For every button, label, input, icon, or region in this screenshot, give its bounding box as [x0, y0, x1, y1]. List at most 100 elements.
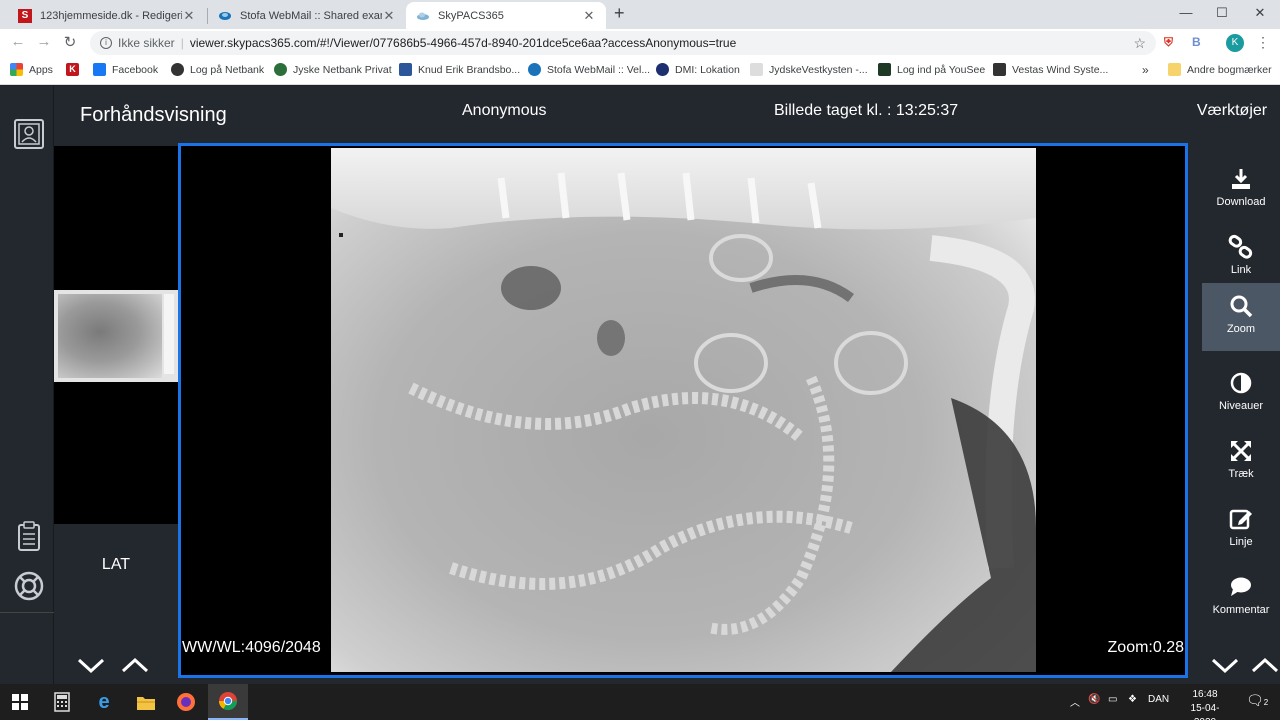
jv-icon	[750, 63, 763, 76]
notification-count: 2	[1263, 698, 1269, 707]
tray-chevron-up-icon[interactable]: ︿	[1070, 694, 1080, 709]
download-icon	[1232, 169, 1250, 189]
zoom-tool[interactable]: Zoom	[1202, 283, 1280, 351]
bookmark-star-icon[interactable]: ☆	[1133, 35, 1146, 52]
image-viewport[interactable]: WW/WL:4096/2048 Zoom:0.28	[178, 143, 1188, 678]
tab-title: SkyPACS365	[438, 9, 504, 22]
clock[interactable]: 16:48 15-04-2020	[1180, 688, 1230, 720]
thumbnail-image	[58, 294, 162, 378]
address-bar[interactable]: i Ikke sikker | viewer.skypacs365.com/#!…	[90, 31, 1156, 55]
firefox-icon	[177, 693, 195, 711]
new-tab-button[interactable]: +	[614, 3, 625, 24]
bookmark-label: Log på Netbank	[190, 63, 265, 76]
battery-icon[interactable]: ▭	[1108, 694, 1117, 705]
other-bookmarks[interactable]: Andre bogmærker	[1168, 63, 1272, 76]
skypacs-icon	[416, 9, 430, 23]
tab-close-icon[interactable]: ✕	[182, 8, 196, 24]
start-button[interactable]	[0, 684, 40, 720]
link-tool[interactable]: Link	[1202, 224, 1280, 292]
download-tool[interactable]: Download	[1202, 156, 1280, 224]
edge-app[interactable]: e	[84, 684, 124, 720]
bookmark-stofa[interactable]: Stofa WebMail :: Vel...	[528, 63, 650, 76]
chevron-down-icon[interactable]	[1210, 656, 1240, 674]
bookmark-label: Stofa WebMail :: Vel...	[547, 63, 651, 76]
bookmark-label: Jyske Netbank Privat	[293, 63, 392, 76]
dmi-icon	[656, 63, 669, 76]
bookmark-k[interactable]: K	[66, 63, 85, 76]
notifications-icon[interactable]: 🗨2	[1246, 692, 1268, 709]
xray-image[interactable]	[331, 148, 1036, 672]
viewer-header: Forhåndsvisning Anonymous Billede taget …	[54, 86, 1280, 146]
language-indicator[interactable]: DAN	[1148, 694, 1169, 705]
bookmark-label: Log ind på YouSee	[897, 63, 986, 76]
lifebuoy-icon[interactable]	[13, 570, 45, 602]
xray-rendering	[331, 148, 1036, 672]
chevron-up-icon[interactable]	[1250, 656, 1280, 674]
tab-123hjemmeside[interactable]: S 123hjemmeside.dk - Redigering ✕	[8, 2, 206, 29]
bookmark-label: Vestas Wind Syste...	[1012, 63, 1109, 76]
pan-tool[interactable]: Træk	[1202, 428, 1280, 496]
tool-label: Træk	[1228, 468, 1254, 480]
capture-time: Billede taget kl. : 13:25:37	[774, 102, 959, 119]
profile-avatar[interactable]: K	[1226, 34, 1244, 52]
explorer-app[interactable]	[126, 684, 166, 720]
bookmark-facebook[interactable]: Facebook	[93, 63, 158, 76]
bookmark-apps[interactable]: Apps	[10, 63, 53, 76]
tab-skypacs[interactable]: SkyPACS365 ✕	[406, 2, 606, 29]
folder-icon	[1168, 63, 1181, 76]
tab-title: Stofa WebMail :: Shared exam fr	[240, 9, 382, 22]
info-icon[interactable]: i	[100, 37, 112, 49]
extension-b-icon[interactable]: B	[1192, 35, 1201, 49]
levels-tool[interactable]: Niveauer	[1202, 360, 1280, 428]
move-icon	[1231, 441, 1251, 461]
close-window-button[interactable]: ✕	[1242, 2, 1278, 24]
minimize-button[interactable]: —	[1168, 2, 1204, 24]
firefox-app[interactable]	[166, 684, 206, 720]
extension-shield-icon[interactable]: ⛨	[1164, 35, 1173, 50]
comment-icon	[1231, 577, 1251, 596]
bookmark-jyske[interactable]: Jyske Netbank Privat	[274, 63, 392, 76]
calculator-app[interactable]	[42, 684, 82, 720]
bookmark-dmi[interactable]: DMI: Lokation	[656, 63, 740, 76]
facebook-icon	[93, 63, 106, 76]
speaker-muted-icon[interactable]: 🔇	[1088, 694, 1100, 705]
chevron-up-icon[interactable]	[120, 656, 150, 674]
comment-tool[interactable]: Kommentar	[1202, 564, 1280, 632]
bookmark-jydske[interactable]: JydskeVestkysten -...	[750, 63, 868, 76]
tab-close-icon[interactable]: ✕	[382, 8, 396, 24]
apps-grid-icon	[10, 63, 23, 76]
bookmark-vestas[interactable]: Vestas Wind Syste...	[993, 63, 1108, 76]
stofa-icon	[528, 63, 541, 76]
series-thumbnail[interactable]	[54, 290, 178, 382]
bookmark-netbank[interactable]: Log på Netbank	[171, 63, 264, 76]
address-divider: |	[180, 36, 184, 50]
globe-icon	[171, 63, 184, 76]
chevron-down-icon[interactable]	[76, 656, 106, 674]
tab-close-icon[interactable]: ✕	[582, 8, 596, 24]
tools-heading: Værktøjer	[1196, 102, 1268, 119]
skypacs-app: Forhåndsvisning Anonymous Billede taget …	[0, 86, 1280, 684]
yousee-icon	[878, 63, 891, 76]
tab-stofa-webmail[interactable]: Stofa WebMail :: Shared exam fr ✕	[208, 2, 406, 29]
dropbox-icon[interactable]: ❖	[1128, 694, 1137, 705]
clipboard-icon[interactable]	[13, 520, 45, 552]
line-tool[interactable]: Linje	[1202, 496, 1280, 564]
reload-button[interactable]: ↻	[60, 33, 80, 51]
forward-button[interactable]: →	[34, 33, 54, 50]
bookmark-outlook[interactable]: Knud Erik Brandsbo...	[399, 63, 520, 76]
edge-icon: e	[98, 690, 110, 713]
browser-toolbar: ← → ↻ i Ikke sikker | viewer.skypacs365.…	[0, 29, 1280, 57]
bookmark-label: Facebook	[112, 63, 159, 76]
chrome-app[interactable]	[208, 684, 248, 720]
k-red-icon: K	[66, 63, 79, 76]
maximize-button[interactable]: ☐	[1204, 2, 1240, 24]
bookmark-yousee[interactable]: Log ind på YouSee	[878, 63, 985, 76]
patient-portrait-icon[interactable]	[13, 118, 45, 150]
bookmark-label: Andre bogmærker	[1187, 63, 1272, 76]
more-menu-icon[interactable]: ⋮	[1256, 34, 1270, 51]
bookmark-label: Knud Erik Brandsbo...	[418, 63, 521, 76]
taskbar: e ︿ 🔇 ▭ ❖ DAN 16:48 15-04-2020 🗨2	[0, 684, 1280, 720]
page-title: Forhåndsvisning	[80, 104, 227, 126]
back-button[interactable]: ←	[8, 33, 28, 50]
bookmarks-overflow-button[interactable]: »	[1142, 63, 1149, 77]
